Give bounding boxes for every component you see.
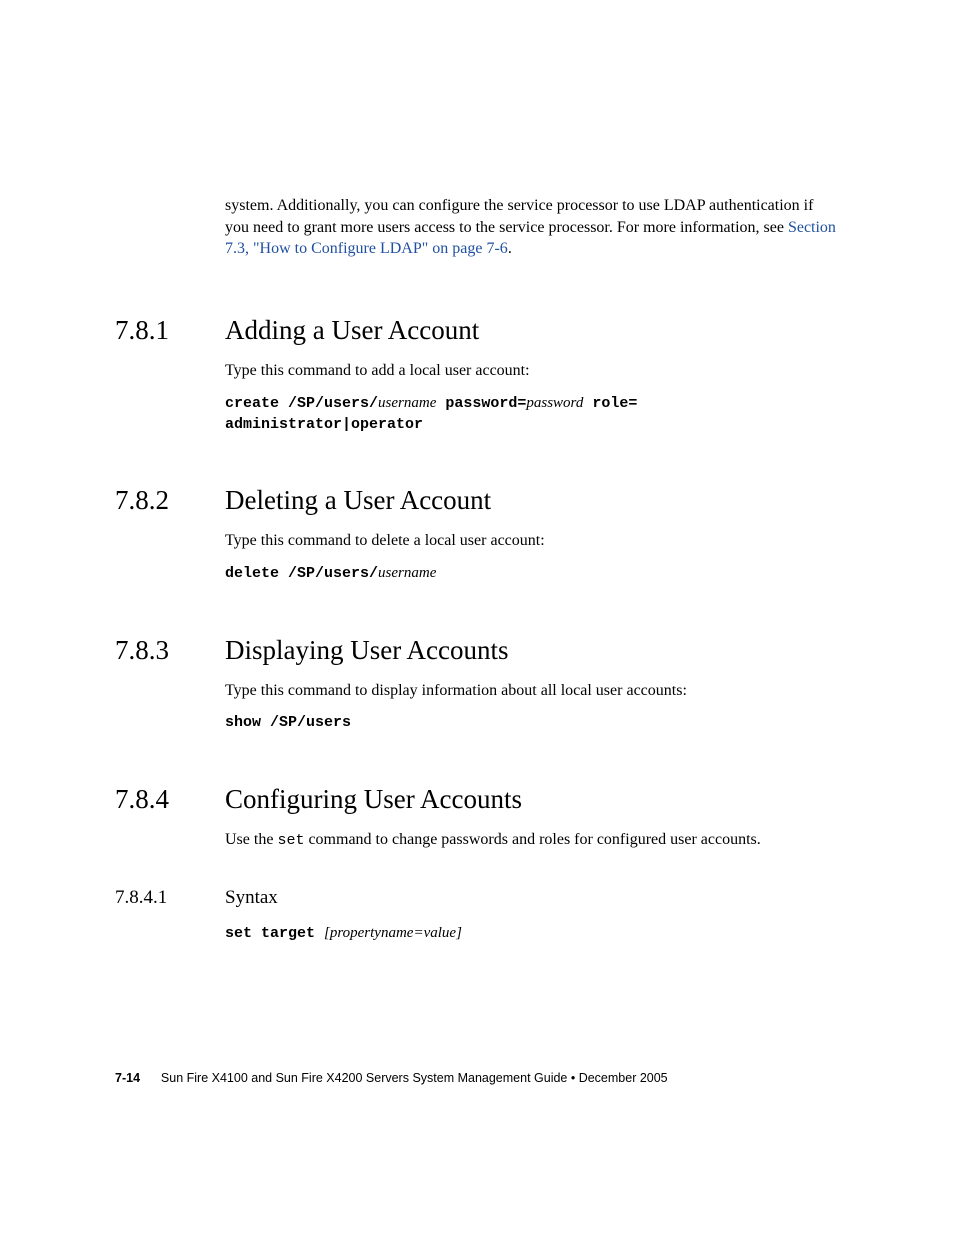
code-bold: set target [225, 925, 324, 942]
section-body: Type this command to add a local user ac… [225, 360, 839, 382]
code-snippet: administrator|operator [225, 415, 839, 435]
body-after: command to change passwords and roles fo… [304, 831, 760, 848]
inline-code: set [277, 832, 304, 849]
section-displaying-user-accounts: 7.8.3 Displaying User Accounts Type this… [115, 635, 839, 734]
subsection-number: 7.8.4.1 [115, 887, 225, 909]
code-bold: password= [436, 395, 526, 412]
section-number: 7.8.3 [115, 635, 225, 666]
code-snippet: delete /SP/users/username [225, 563, 839, 584]
section-configuring-user-accounts: 7.8.4 Configuring User Accounts Use the … [115, 784, 839, 945]
code-italic: username [378, 565, 436, 581]
code-italic: password [526, 395, 583, 411]
section-deleting-user-account: 7.8.2 Deleting a User Account Type this … [115, 485, 839, 585]
code-italic: username [378, 395, 436, 411]
section-number: 7.8.1 [115, 315, 225, 346]
subsection-heading-row: 7.8.4.1 Syntax [115, 887, 839, 909]
intro-text-after: . [508, 240, 512, 257]
section-title: Configuring User Accounts [225, 784, 522, 815]
code-bold: role= [583, 395, 637, 412]
section-body: Type this command to delete a local user… [225, 530, 839, 552]
code-snippet: create /SP/users/username password=passw… [225, 393, 839, 414]
code-snippet: set target [propertyname=value] [225, 923, 839, 944]
footer-text: Sun Fire X4100 and Sun Fire X4200 Server… [161, 1071, 668, 1085]
section-body: Use the set command to change passwords … [225, 829, 839, 851]
intro-paragraph: system. Additionally, you can configure … [225, 195, 839, 260]
section-body: Type this command to display information… [225, 680, 839, 702]
footer-spacer [144, 1071, 158, 1085]
section-number: 7.8.4 [115, 784, 225, 815]
code-bold: delete /SP/users/ [225, 565, 378, 582]
subsection-title: Syntax [225, 887, 278, 909]
code-italic: [propertyname=value] [324, 925, 462, 941]
section-title: Deleting a User Account [225, 485, 491, 516]
page-content: system. Additionally, you can configure … [0, 0, 954, 944]
code-bold: administrator|operator [225, 416, 423, 433]
intro-text-before: system. Additionally, you can configure … [225, 197, 813, 236]
footer-page-number: 7-14 [115, 1071, 140, 1085]
section-title: Adding a User Account [225, 315, 479, 346]
section-title: Displaying User Accounts [225, 635, 508, 666]
page-footer: 7-14 Sun Fire X4100 and Sun Fire X4200 S… [115, 1071, 668, 1085]
section-number: 7.8.2 [115, 485, 225, 516]
section-heading-row: 7.8.1 Adding a User Account [115, 315, 839, 346]
section-heading-row: 7.8.2 Deleting a User Account [115, 485, 839, 516]
code-bold: create /SP/users/ [225, 395, 378, 412]
section-heading-row: 7.8.3 Displaying User Accounts [115, 635, 839, 666]
section-heading-row: 7.8.4 Configuring User Accounts [115, 784, 839, 815]
code-snippet: show /SP/users [225, 713, 839, 733]
body-before: Use the [225, 831, 277, 848]
section-adding-user-account: 7.8.1 Adding a User Account Type this co… [115, 315, 839, 435]
